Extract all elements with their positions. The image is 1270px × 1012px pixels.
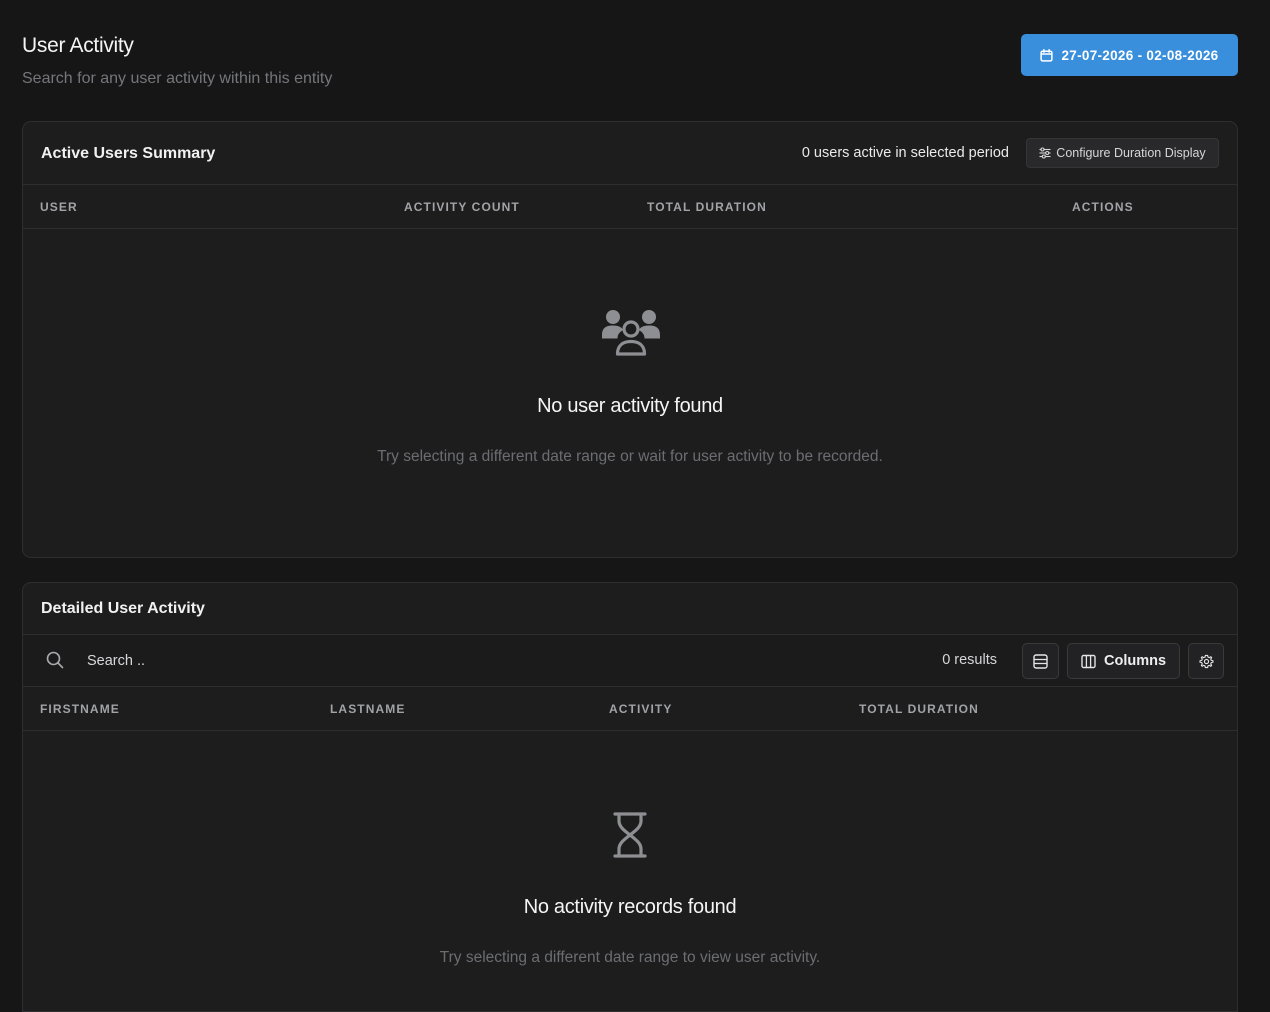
column-header-actions: ACTIONS <box>1072 200 1134 214</box>
column-header-activity-count[interactable]: ACTIVITY COUNT <box>404 200 520 214</box>
columns-icon <box>1081 654 1096 668</box>
summary-table-header: USER ACTIVITY COUNT TOTAL DURATION ACTIO… <box>23 185 1237 229</box>
date-range-button[interactable]: 27-07-2026 - 02-08-2026 <box>1021 34 1238 76</box>
detailed-user-activity-card: Detailed User Activity 0 results Columns <box>22 582 1238 1012</box>
configure-duration-display-button[interactable]: Configure Duration Display <box>1026 138 1219 168</box>
column-header-firstname[interactable]: FIRSTNAME <box>40 702 120 716</box>
gear-icon <box>1198 654 1214 668</box>
table-settings-button[interactable] <box>1188 643 1224 679</box>
results-count: 0 results <box>942 652 997 668</box>
detailed-table-header: FIRSTNAME LASTNAME ACTIVITY TOTAL DURATI… <box>23 687 1237 731</box>
active-users-count: 0 users active in selected period <box>801 145 1009 161</box>
column-header-lastname[interactable]: LASTNAME <box>330 702 405 716</box>
detailed-toolbar: 0 results Columns <box>23 635 1237 687</box>
configure-duration-label: Configure Duration Display <box>1056 146 1206 160</box>
detailed-empty-title: No activity records found <box>523 896 737 918</box>
summary-empty-description: Try selecting a different date range or … <box>377 448 883 465</box>
summary-card-header: Active Users Summary 0 users active in s… <box>23 122 1237 185</box>
calendar-icon <box>1040 48 1054 62</box>
column-header-total-duration[interactable]: TOTAL DURATION <box>647 200 767 214</box>
columns-button[interactable]: Columns <box>1067 643 1180 679</box>
hourglass-icon <box>613 812 647 858</box>
active-users-summary-card: Active Users Summary 0 users active in s… <box>22 121 1238 558</box>
column-header-activity[interactable]: ACTIVITY <box>609 702 672 716</box>
column-header-user[interactable]: USER <box>40 200 78 214</box>
detailed-card-title: Detailed User Activity <box>41 600 205 617</box>
table-rows-icon <box>1033 653 1048 669</box>
page-subtitle: Search for any user activity within this… <box>22 70 333 87</box>
search-icon <box>46 651 64 669</box>
date-range-label: 27-07-2026 - 02-08-2026 <box>1061 47 1219 63</box>
summary-empty-title: No user activity found <box>537 395 723 417</box>
columns-button-label: Columns <box>1103 653 1167 669</box>
summary-card-title: Active Users Summary <box>41 145 216 162</box>
page-title: User Activity <box>22 34 134 57</box>
detailed-empty-description: Try selecting a different date range to … <box>439 949 821 966</box>
sliders-icon <box>1039 147 1051 159</box>
column-header-total-duration[interactable]: TOTAL DURATION <box>859 702 979 716</box>
search-input[interactable] <box>87 649 387 673</box>
users-group-icon <box>602 310 660 356</box>
density-toggle-button[interactable] <box>1022 643 1059 679</box>
page-header: User Activity Search for any user activi… <box>22 34 332 88</box>
detailed-card-header: Detailed User Activity <box>23 583 1237 635</box>
